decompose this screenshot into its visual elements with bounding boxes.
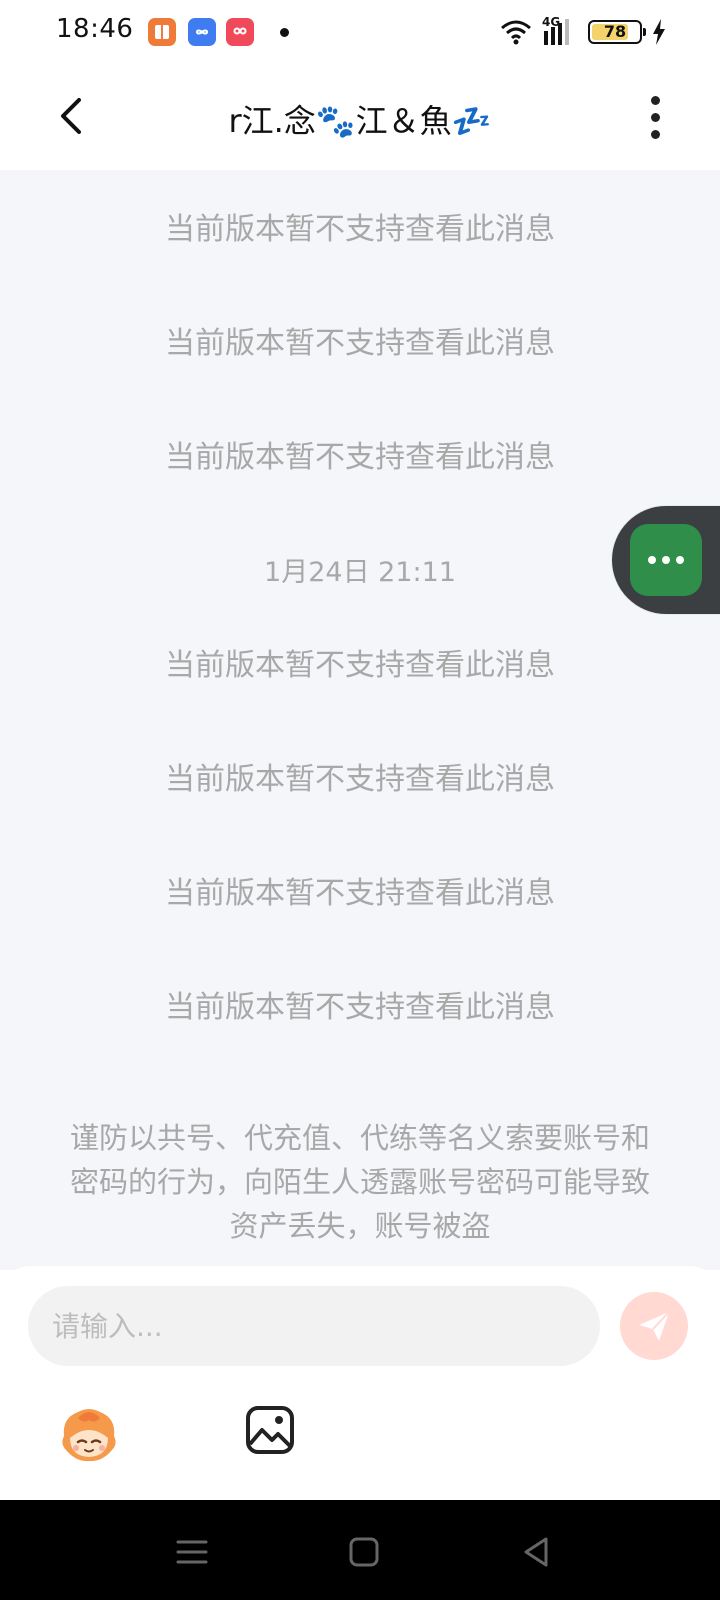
nav-back-button[interactable]	[518, 1534, 554, 1570]
chat-message-list[interactable]: 当前版本暂不支持查看此消息 当前版本暂不支持查看此消息 当前版本暂不支持查看此消…	[0, 170, 720, 1270]
battery-percentage: 78	[603, 22, 627, 41]
system-message: 当前版本暂不支持查看此消息	[165, 990, 555, 1025]
more-vertical-icon-dot	[650, 112, 660, 122]
system-message: 当前版本暂不支持查看此消息	[165, 648, 555, 683]
system-navigation-bar	[0, 1500, 720, 1600]
home-square-icon	[349, 1537, 379, 1567]
notification-dot	[280, 28, 289, 37]
more-vertical-icon-dot	[650, 95, 660, 105]
more-vertical-icon-dot	[650, 129, 660, 139]
image-icon	[246, 1406, 294, 1454]
send-icon	[639, 1311, 670, 1341]
image-picker-button[interactable]	[244, 1404, 296, 1456]
security-warning: 谨防以共号、代充值、代练等名义索要账号和密码的行为，向陌生人透露账号密码可能导致…	[70, 1121, 651, 1243]
status-bar: 18:46 4G 78	[0, 0, 720, 66]
app-notification-owl-icon	[226, 18, 254, 46]
battery-icon: 78	[588, 20, 646, 44]
system-message: 当前版本暂不支持查看此消息	[165, 212, 555, 247]
floating-assistant-button[interactable]	[612, 506, 720, 614]
input-panel	[0, 1266, 720, 1500]
more-horizontal-icon	[630, 524, 702, 596]
nav-home-button[interactable]	[346, 1534, 382, 1570]
dot	[648, 556, 656, 564]
more-options-button[interactable]	[630, 90, 680, 144]
status-time: 18:46	[56, 14, 134, 44]
system-message: 当前版本暂不支持查看此消息	[165, 876, 555, 911]
dot	[676, 556, 684, 564]
signal-icon: 4G	[542, 15, 578, 47]
chat-header: r江.念🐾江＆魚💤	[0, 66, 720, 170]
system-message: 当前版本暂不支持查看此消息	[165, 440, 555, 475]
app-notification-book-icon	[148, 18, 176, 46]
emoji-sticker-button[interactable]	[56, 1404, 122, 1464]
send-button[interactable]	[620, 1292, 688, 1360]
system-message: 当前版本暂不支持查看此消息	[165, 326, 555, 361]
status-indicators: 4G 78	[500, 15, 666, 48]
chat-title: r江.念🐾江＆魚💤	[228, 102, 492, 140]
lightning-icon	[653, 19, 665, 45]
message-input[interactable]	[28, 1286, 600, 1366]
emoji-sticker-icon	[62, 1409, 116, 1462]
wifi-icon	[501, 20, 531, 45]
back-triangle-icon	[524, 1537, 548, 1567]
nav-recents-button[interactable]	[174, 1534, 210, 1570]
back-button[interactable]	[46, 90, 98, 142]
dot	[662, 556, 670, 564]
chevron-left-icon	[61, 98, 81, 134]
app-notification-infinity-icon	[188, 18, 216, 46]
system-message: 当前版本暂不支持查看此消息	[165, 762, 555, 797]
menu-icon	[176, 1540, 208, 1564]
